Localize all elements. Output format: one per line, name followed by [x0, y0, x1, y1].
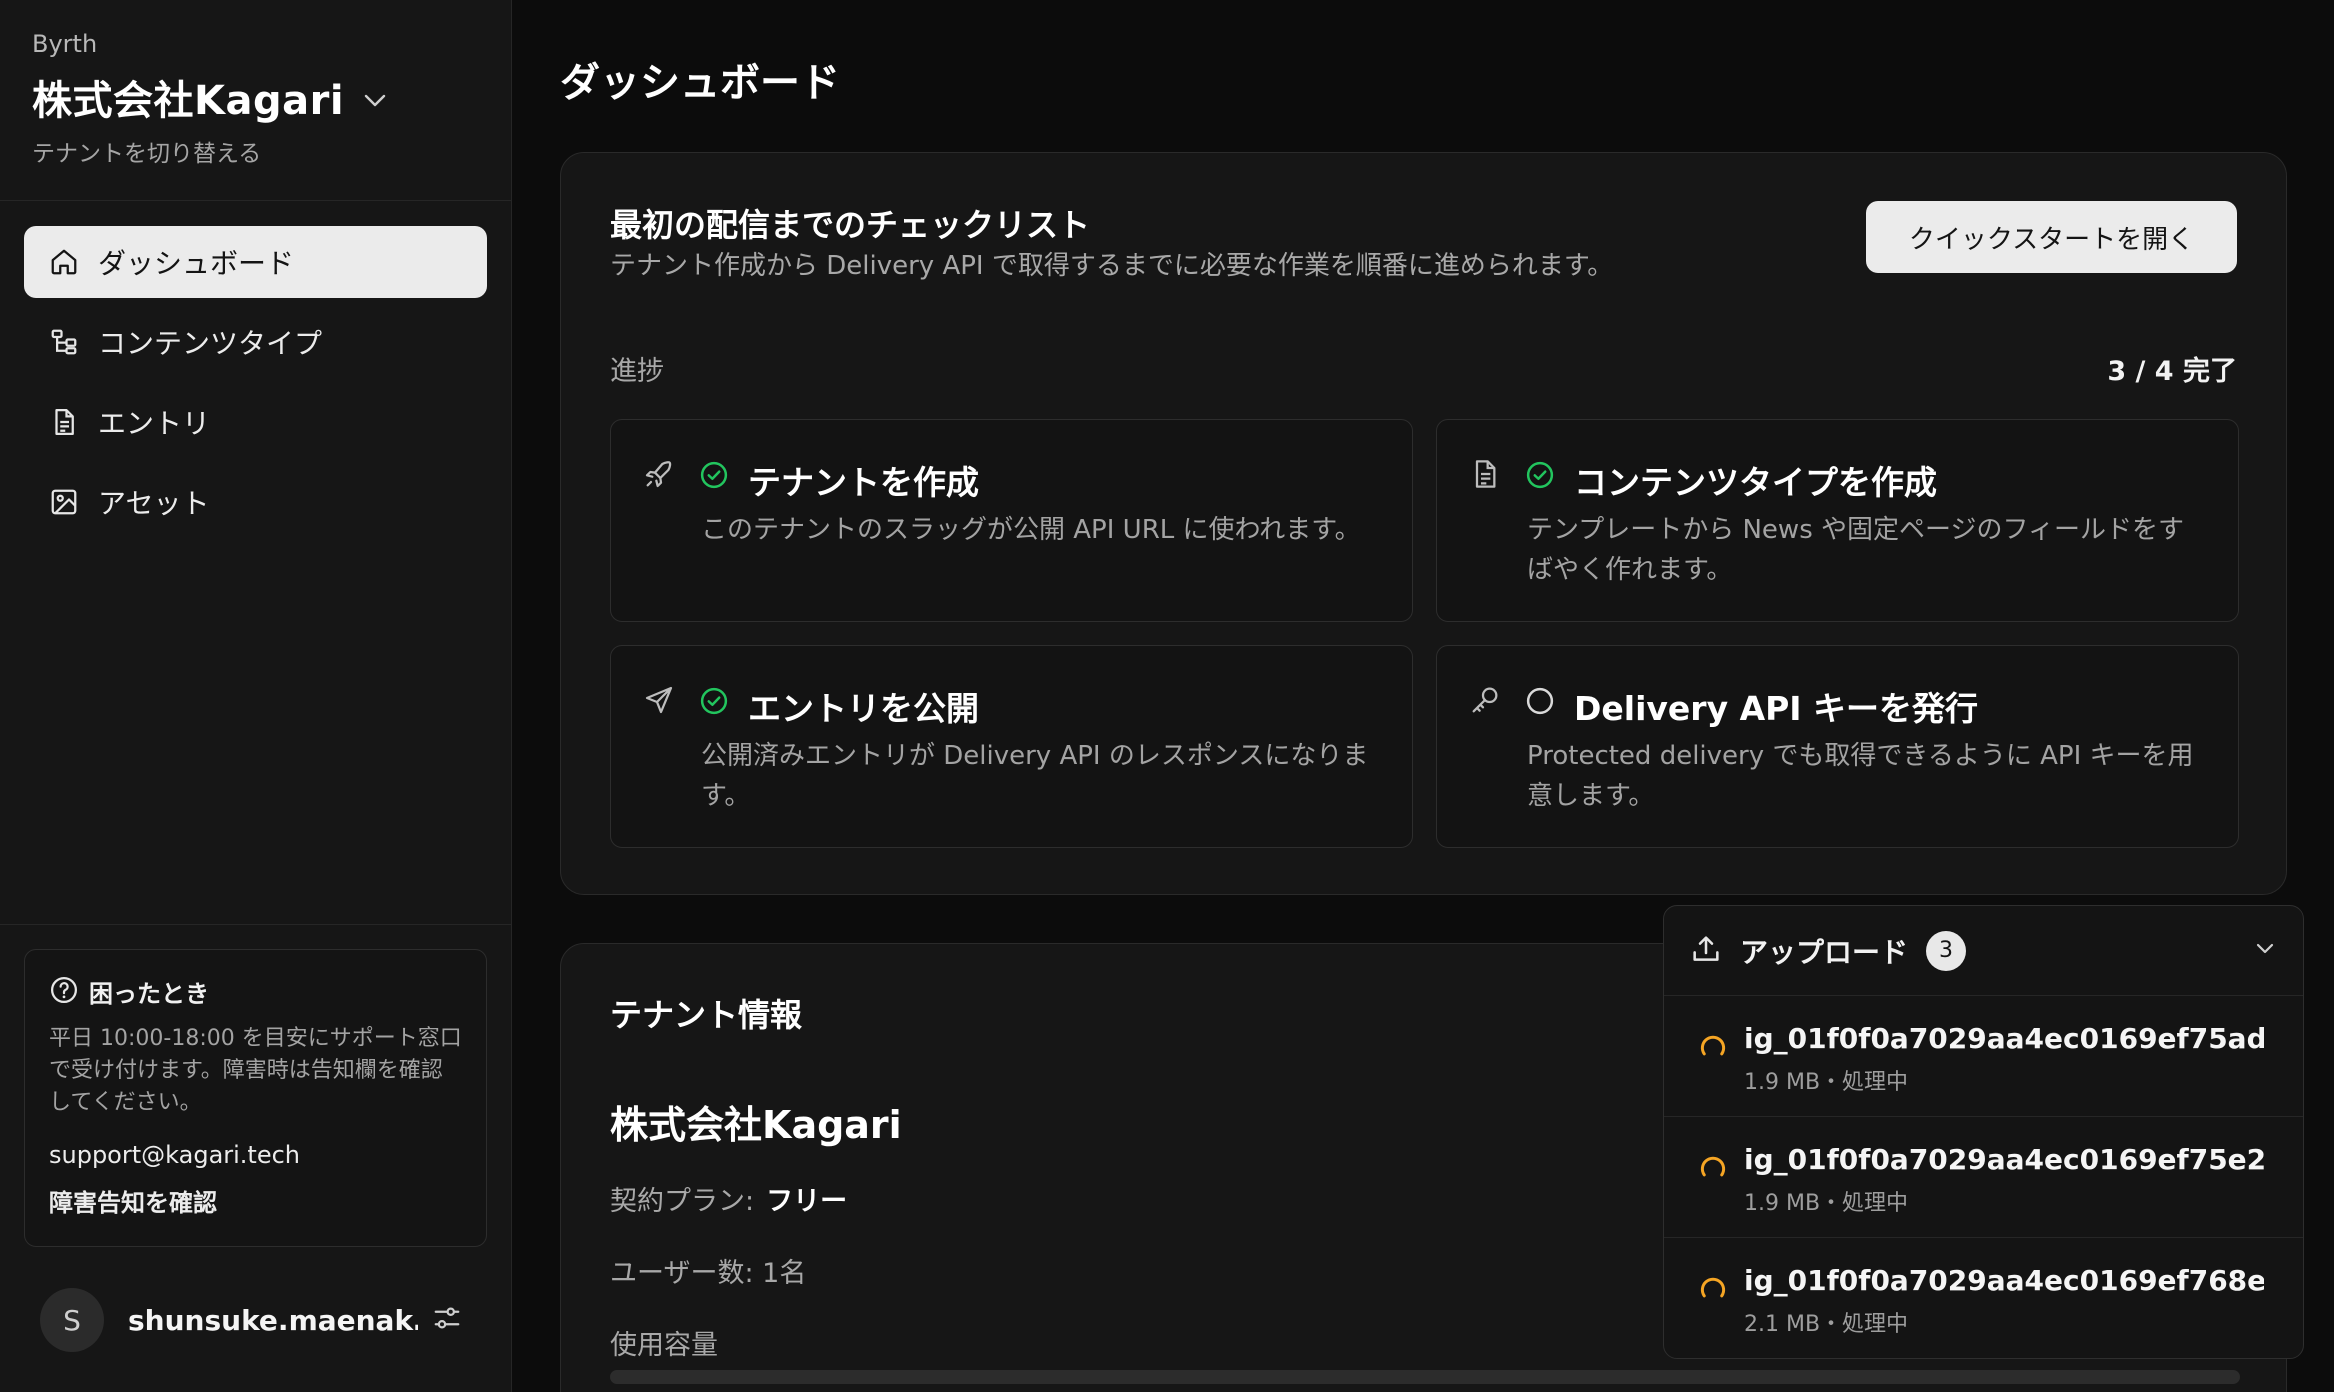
- tenant-info-name: 株式会社Kagari: [610, 1103, 902, 1147]
- chevron-down-icon[interactable]: [2253, 936, 2277, 964]
- org-label: Byrth: [32, 30, 98, 58]
- user-name: shunsuke.maenak…: [128, 1303, 418, 1337]
- upload-file-name: ig_01f0f0a7029aa4ec0169ef75ad838…: [1744, 1022, 2264, 1055]
- plan-row: 契約プラン: フリー: [610, 1179, 847, 1218]
- upload-item: ig_01f0f0a7029aa4ec0169ef75e201e… 1.9 MB…: [1664, 1117, 2303, 1238]
- check-circle-icon: [699, 460, 729, 494]
- page-title: ダッシュボード: [560, 60, 840, 106]
- document-icon: [48, 406, 80, 438]
- upload-title: アップロード: [1740, 935, 1909, 969]
- spinner-icon: [1698, 1032, 1728, 1066]
- help-body: 平日 10:00-18:00 を目安にサポート窓口で受け付けます。障害時は告知欄…: [49, 1026, 462, 1115]
- tenant-switch-hint: テナントを切り替える: [32, 141, 262, 167]
- check-circle-icon: [699, 686, 729, 720]
- key-icon: [1469, 684, 1501, 720]
- plan-label: 契約プラン:: [610, 1186, 755, 1217]
- upload-icon: [1690, 933, 1722, 969]
- upload-item: ig_01f0f0a7029aa4ec0169ef768e6ff4… 2.1 M…: [1664, 1238, 2303, 1358]
- upload-file-name: ig_01f0f0a7029aa4ec0169ef768e6ff4…: [1744, 1264, 2264, 1297]
- sidebar-item-assets[interactable]: アセット: [24, 466, 487, 538]
- upload-panel-header[interactable]: アップロード 3: [1664, 906, 2303, 996]
- task-issue-api-key[interactable]: Delivery API キーを発行 Protected delivery でも…: [1436, 645, 2239, 848]
- checklist-title: 最初の配信までのチェックリスト: [610, 206, 1091, 244]
- task-publish-entry[interactable]: エントリを公開 公開済みエントリが Delivery API のレスポンスになり…: [610, 645, 1413, 848]
- upload-file-meta: 1.9 MB・処理中: [1744, 1191, 1909, 1216]
- tenant-switcher[interactable]: Byrth 株式会社Kagari テナントを切り替える: [32, 30, 482, 168]
- task-description: テンプレートから News や固定ページのフィールドをすばやく作れます。: [1527, 515, 2184, 585]
- usage-label: 使用容量: [610, 1330, 718, 1361]
- user-menu[interactable]: S shunsuke.maenak…: [40, 1288, 480, 1352]
- empty-circle-icon: [1525, 686, 1555, 720]
- content-type-icon: [48, 326, 80, 358]
- upload-panel: アップロード 3 ig_01f0f0a7029aa4ec0169ef75ad83…: [1663, 905, 2304, 1359]
- sidebar-item-entries[interactable]: エントリ: [24, 386, 487, 458]
- avatar: S: [40, 1288, 104, 1352]
- plan-value: フリー: [766, 1186, 848, 1217]
- sidebar-divider: [0, 924, 512, 925]
- progress-label: 進捗: [610, 356, 664, 387]
- settings-sliders-icon[interactable]: [432, 1303, 462, 1337]
- check-circle-icon: [1525, 460, 1555, 494]
- open-quickstart-button[interactable]: クイックスタートを開く: [1866, 201, 2237, 273]
- support-email-link[interactable]: support@kagari.tech: [49, 1141, 462, 1169]
- task-create-tenant[interactable]: テナントを作成 このテナントのスラッグが公開 API URL に使われます。: [610, 419, 1413, 622]
- tenant-name: 株式会社Kagari: [32, 78, 345, 124]
- sidebar: Byrth 株式会社Kagari テナントを切り替える ダッシュボード コンテン…: [0, 0, 512, 1392]
- task-title: エントリを公開: [748, 689, 979, 728]
- progress-count: 3 / 4 完了: [2107, 356, 2237, 387]
- sidebar-nav: ダッシュボード コンテンツタイプ エントリ アセット: [24, 226, 487, 546]
- sidebar-item-label: エントリ: [98, 407, 211, 440]
- upload-count-badge: 3: [1926, 930, 1967, 971]
- sidebar-item-dashboard[interactable]: ダッシュボード: [24, 226, 487, 298]
- help-title: 困ったとき: [89, 980, 209, 1008]
- home-icon: [48, 246, 80, 278]
- checklist-subtitle: テナント作成から Delivery API で取得するまでに必要な作業を順番に進…: [610, 251, 1614, 281]
- upload-item: ig_01f0f0a7029aa4ec0169ef75ad838… 1.9 MB…: [1664, 996, 2303, 1117]
- upload-file-meta: 1.9 MB・処理中: [1744, 1070, 1909, 1095]
- task-title: Delivery API キーを発行: [1574, 689, 1979, 728]
- tenant-info-title: テナント情報: [610, 996, 803, 1034]
- chevron-down-icon: [364, 93, 386, 112]
- sidebar-divider: [0, 200, 512, 201]
- status-notice-link[interactable]: 障害告知を確認: [49, 1183, 462, 1218]
- sidebar-item-content-types[interactable]: コンテンツタイプ: [24, 306, 487, 378]
- image-icon: [48, 486, 80, 518]
- checklist-card: 最初の配信までのチェックリスト テナント作成から Delivery API で取…: [560, 152, 2287, 895]
- task-description: このテナントのスラッグが公開 API URL に使われます。: [701, 515, 1361, 545]
- send-icon: [643, 684, 675, 720]
- help-card: 困ったとき 平日 10:00-18:00 を目安にサポート窓口で受け付けます。障…: [24, 949, 487, 1247]
- spinner-icon: [1698, 1274, 1728, 1308]
- sidebar-item-label: コンテンツタイプ: [98, 327, 323, 360]
- usage-bar: [610, 1370, 2240, 1384]
- task-description: Protected delivery でも取得できるように API キーを用意し…: [1527, 741, 2194, 811]
- rocket-icon: [643, 458, 675, 494]
- spinner-icon: [1698, 1153, 1728, 1187]
- help-circle-icon: [49, 975, 79, 1009]
- sidebar-item-label: ダッシュボード: [98, 247, 295, 280]
- task-create-content-type[interactable]: コンテンツタイプを作成 テンプレートから News や固定ページのフィールドをす…: [1436, 419, 2239, 622]
- task-description: 公開済みエントリが Delivery API のレスポンスになります。: [701, 741, 1369, 811]
- task-title: コンテンツタイプを作成: [1574, 463, 1937, 502]
- sidebar-item-label: アセット: [98, 487, 210, 520]
- upload-file-meta: 2.1 MB・処理中: [1744, 1312, 1909, 1337]
- upload-file-name: ig_01f0f0a7029aa4ec0169ef75e201e…: [1744, 1143, 2264, 1176]
- document-icon: [1469, 458, 1501, 494]
- task-title: テナントを作成: [748, 463, 979, 502]
- user-count: ユーザー数: 1名: [610, 1258, 807, 1289]
